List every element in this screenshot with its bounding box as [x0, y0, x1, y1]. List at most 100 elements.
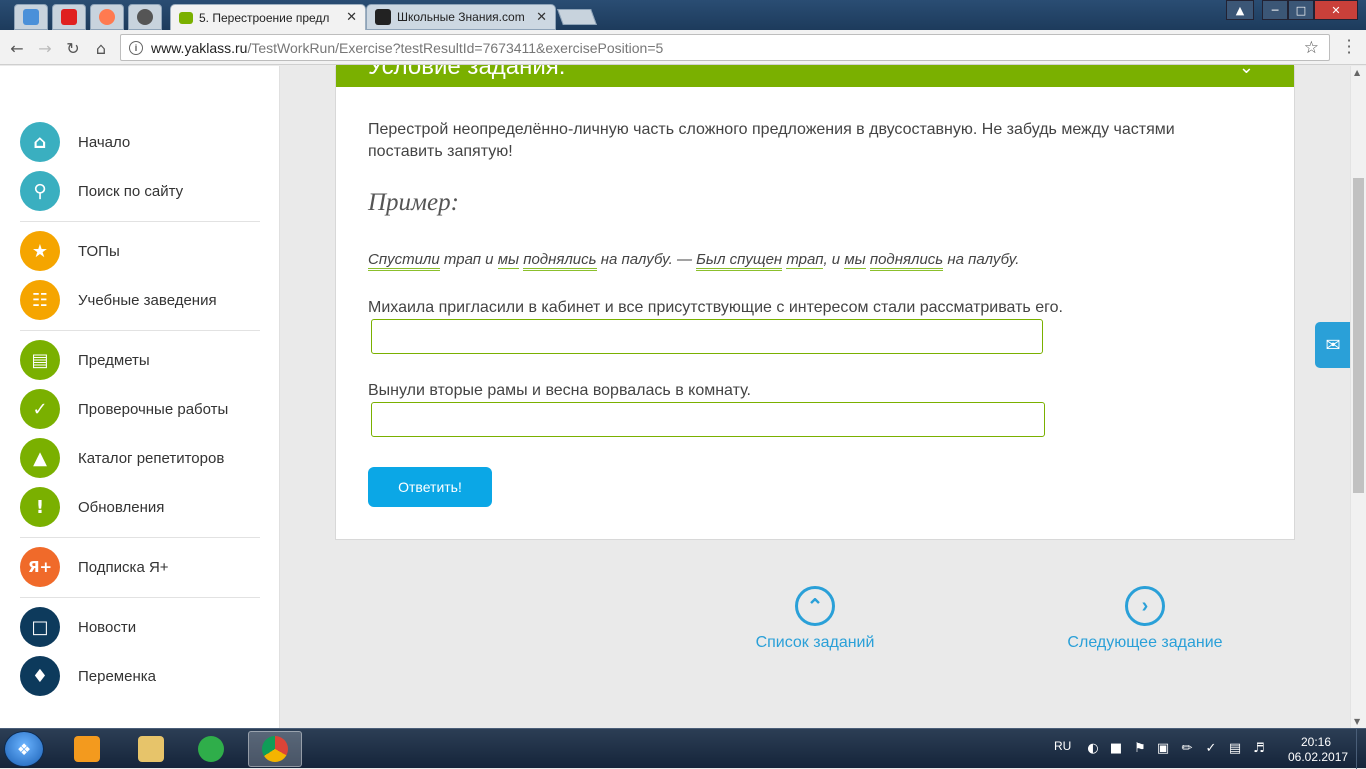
next-task-link[interactable]: › Следующее задание [1062, 586, 1228, 652]
pen-icon[interactable]: ✏ [1179, 741, 1195, 757]
owl-icon [99, 9, 115, 25]
scroll-down-arrow-icon[interactable]: ▼ [1354, 717, 1360, 726]
chat-bubble-icon: □ [20, 607, 60, 647]
taskbar-explorer[interactable] [124, 731, 178, 767]
taskbar-media-player[interactable] [60, 731, 114, 767]
sidebar-item-updates[interactable]: ! Обновления [20, 487, 164, 527]
page-scrollbar[interactable]: ▲ ▼ [1350, 66, 1366, 728]
pinned-tab-chat[interactable] [14, 4, 48, 30]
site-info-icon[interactable]: i [129, 40, 143, 55]
lock-icon[interactable]: ■ [1108, 741, 1124, 757]
sidebar-item-label: Предметы [78, 351, 150, 369]
speedometer-icon[interactable]: ◐ [1085, 741, 1101, 757]
sidebar-item-subscription[interactable]: Я+ Подписка Я+ [20, 547, 169, 587]
question-2-text: Вынули вторые рамы и весна ворвалась в к… [368, 382, 751, 399]
browser-menu-icon[interactable]: · · · [1344, 33, 1354, 61]
sidebar-item-search[interactable]: ⚲ Поиск по сайту [20, 171, 183, 211]
back-arrow-icon[interactable]: ← [6, 37, 28, 59]
sidebar-item-home[interactable]: ⌂ Начало [20, 122, 130, 162]
task-list-link[interactable]: ⌃ Список заданий [750, 586, 880, 652]
url-path: /TestWorkRun/Exercise?testResultId=76734… [247, 39, 664, 56]
sidebar-item-subjects[interactable]: ▤ Предметы [20, 340, 150, 380]
star-icon: ★ [20, 231, 60, 271]
tab-close-icon[interactable]: ✕ [536, 10, 547, 25]
ya-plus-icon: Я+ [20, 547, 60, 587]
chevron-right-icon: › [1125, 586, 1165, 626]
search-icon: ⚲ [20, 171, 60, 211]
folder-icon [138, 736, 164, 762]
maximize-icon[interactable]: □ [1288, 0, 1314, 20]
book-icon: ▤ [20, 340, 60, 380]
volume-icon[interactable]: ♬ [1251, 741, 1267, 757]
pinned-tab-owl[interactable] [90, 4, 124, 30]
sidebar-item-label: Подписка Я+ [78, 558, 169, 576]
predicate-word: поднялись [523, 251, 597, 271]
network-icon[interactable]: ▤ [1227, 741, 1243, 757]
browser-tab-strip: 5. Перестроение предл ✕ Школьные Знания.… [0, 0, 1366, 30]
tab-title: Школьные Знания.com [397, 10, 525, 24]
collapse-arrow-icon[interactable]: ⌄ [1239, 65, 1254, 78]
taskbar-chrome[interactable] [248, 731, 302, 767]
minimize-icon[interactable]: ─ [1262, 0, 1288, 20]
forward-arrow-icon[interactable]: → [34, 37, 56, 59]
exclamation-icon: ! [20, 487, 60, 527]
sidebar-item-tutors[interactable]: ▲ Каталог репетиторов [20, 438, 224, 478]
reload-icon[interactable]: ↻ [62, 37, 84, 59]
window-close-icon[interactable]: ✕ [1314, 0, 1358, 20]
sidebar-divider [20, 537, 260, 538]
scrollbar-thumb[interactable] [1353, 178, 1364, 493]
sidebar-item-label: Учебные заведения [78, 291, 217, 309]
sidebar-item-tops[interactable]: ★ ТОПы [20, 231, 120, 271]
windows-start-icon[interactable]: ❖ [4, 731, 44, 767]
clock-time: 20:16 [1300, 735, 1332, 749]
home-button-icon[interactable]: ⌂ [90, 37, 112, 59]
home-icon: ⌂ [20, 122, 60, 162]
pinned-tab-youtube[interactable] [52, 4, 86, 30]
youtube-icon [61, 9, 77, 25]
card-header: Условие задания: ⌄ [336, 65, 1294, 87]
plain-word: , и [823, 251, 845, 268]
address-bar[interactable]: i www.yaklass.ru/TestWorkRun/Exercise?te… [120, 34, 1330, 61]
feedback-mail-icon[interactable]: ✉ [1315, 322, 1351, 368]
chevron-up-icon: ⌃ [795, 586, 835, 626]
pinned-tab-shield[interactable] [128, 4, 162, 30]
language-indicator[interactable]: RU [1054, 739, 1071, 753]
scroll-up-arrow-icon[interactable]: ▲ [1354, 68, 1360, 77]
show-desktop-button[interactable] [1356, 729, 1366, 769]
task-text: Перестрой неопределённо-личную часть сло… [368, 121, 1175, 160]
taskbar-clock[interactable]: 20:16 06.02.2017 [1288, 735, 1349, 765]
exercise-card: Условие задания: ⌄ Перестрой неопределён… [335, 65, 1295, 540]
user-profile-icon[interactable]: ▲ [1226, 0, 1254, 20]
example-heading: Пример: [368, 189, 459, 216]
network-shield-icon[interactable]: ▣ [1155, 741, 1171, 757]
sidebar-item-label: Проверочные работы [78, 400, 229, 418]
sidebar-item-institutions[interactable]: ☷ Учебные заведения [20, 280, 217, 320]
bell-icon: ♦ [20, 656, 60, 696]
subject-word: мы [844, 251, 866, 269]
bookmark-star-icon[interactable]: ☆ [1304, 38, 1319, 58]
sidebar-item-label: ТОПы [78, 242, 120, 260]
answer-2-input[interactable] [371, 402, 1045, 437]
tab-yaklass[interactable]: 5. Перестроение предл ✕ [170, 4, 366, 30]
task-list-label: Список заданий [755, 634, 875, 651]
submit-button[interactable]: Ответить! [368, 467, 492, 507]
sidebar-divider [20, 221, 260, 222]
tab-close-icon[interactable]: ✕ [346, 10, 357, 25]
tab-znanija[interactable]: Школьные Знания.com ✕ [366, 4, 556, 30]
yaklass-favicon-icon [179, 11, 193, 24]
sidebar-divider [20, 597, 260, 598]
flag-icon[interactable]: ⚑ [1132, 741, 1148, 757]
chat-icon [23, 9, 39, 25]
sidebar-item-tests[interactable]: ✓ Проверочные работы [20, 389, 228, 429]
sidebar-item-label: Начало [78, 133, 131, 151]
sidebar: ⌂ Начало ⚲ Поиск по сайту ★ ТОПы ☷ Учебн… [0, 66, 280, 728]
taskbar-download-manager[interactable] [184, 731, 238, 767]
sidebar-item-break[interactable]: ♦ Переменка [20, 656, 156, 696]
clock-date: 06.02.2017 [1288, 750, 1349, 764]
check-tray-icon[interactable]: ✓ [1203, 741, 1219, 757]
answer-1-input[interactable] [371, 319, 1043, 354]
sidebar-item-news[interactable]: □ Новости [20, 607, 136, 647]
sidebar-item-label: Новости [78, 618, 137, 636]
new-tab-button[interactable] [557, 9, 597, 25]
card-header-title: Условие задания: [368, 65, 566, 80]
